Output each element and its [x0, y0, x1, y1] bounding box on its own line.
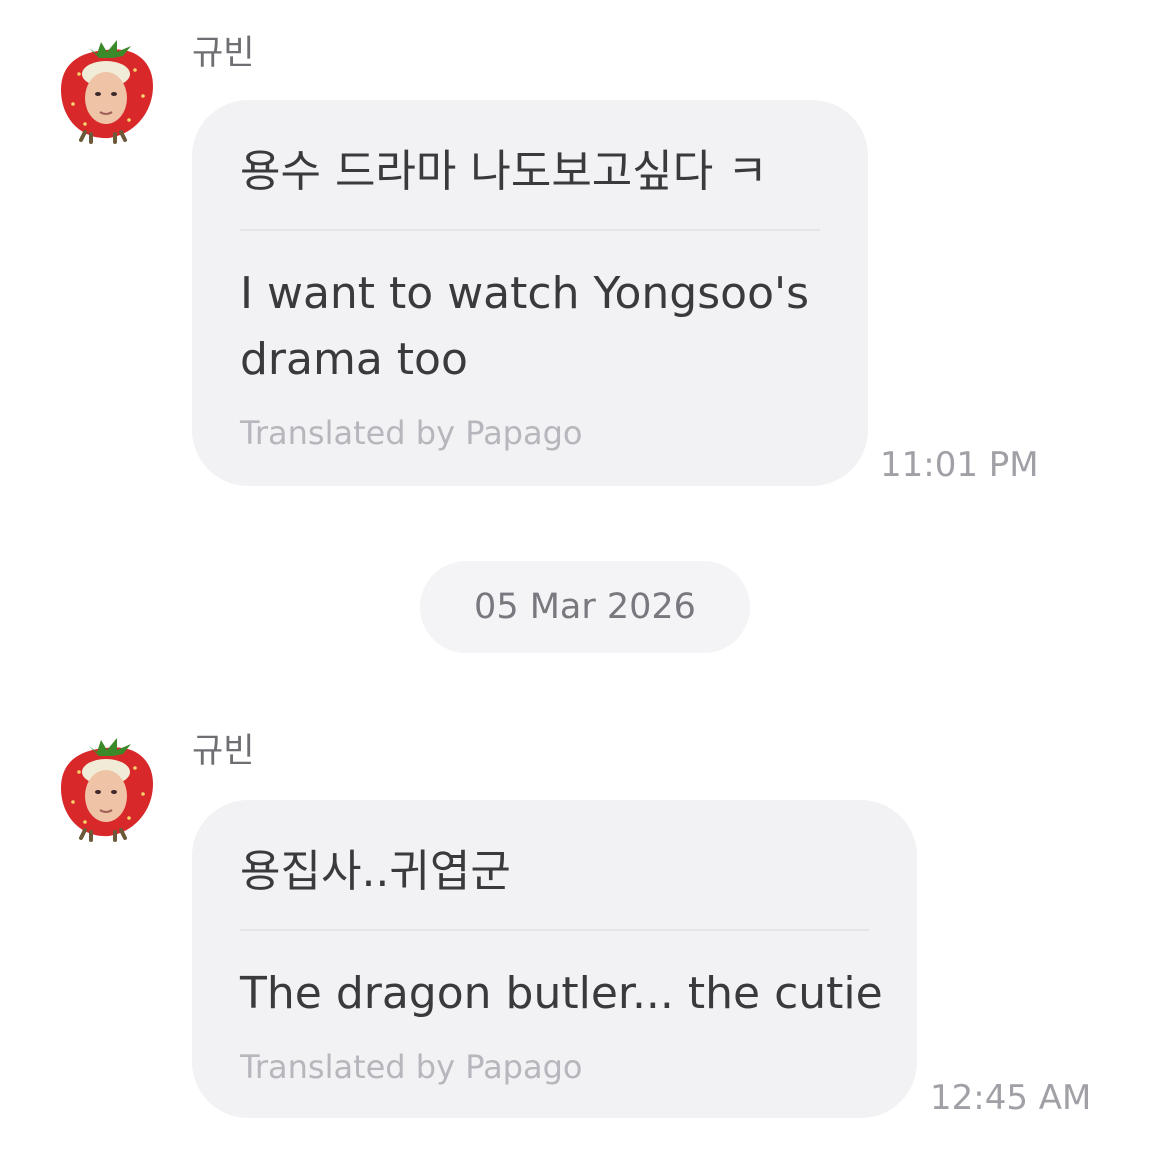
translation-divider [240, 228, 820, 231]
message-bubble[interactable]: 용집사..귀엽군 The dragon butler... the cutie … [192, 800, 917, 1118]
strawberry-face-avatar-icon [61, 40, 153, 144]
sender-avatar[interactable] [51, 34, 161, 144]
original-message-text: 용집사..귀엽군 [240, 846, 511, 897]
strawberry-face-avatar-icon [61, 738, 153, 842]
message-timestamp: 12:45 AM [930, 1078, 1092, 1118]
date-separator: 05 Mar 2026 [420, 561, 750, 653]
translation-credit: Translated by Papago [240, 1047, 583, 1086]
translation-divider [240, 928, 869, 931]
translation-credit: Translated by Papago [240, 413, 583, 452]
sender-name: 규빈 [192, 731, 255, 771]
message-bubble[interactable]: 용수 드라마 나도보고싶다 ㅋ I want to watch Yongsoo'… [192, 100, 868, 486]
translated-message-text: The dragon butler... the cutie [240, 967, 883, 1019]
translated-message-text: I want to watch Yongsoo's drama too [240, 267, 810, 385]
sender-avatar[interactable] [51, 732, 161, 842]
message-timestamp: 11:01 PM [880, 445, 1039, 485]
sender-name: 규빈 [192, 33, 255, 73]
original-message-text: 용수 드라마 나도보고싶다 ㅋ [240, 146, 768, 197]
